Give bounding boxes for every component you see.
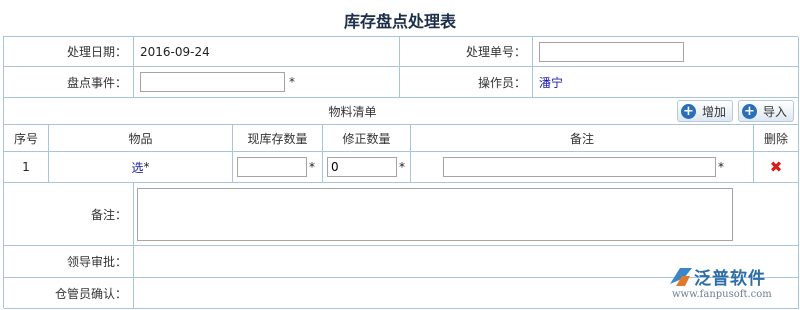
row-item-cell: 选 * bbox=[49, 152, 233, 183]
column-header-current-qty: 现库存数量 bbox=[233, 125, 323, 152]
select-item-link[interactable]: 选 bbox=[131, 159, 143, 176]
row-index: 1 bbox=[4, 152, 49, 183]
required-mark: * bbox=[143, 160, 150, 174]
operator-value: 潘宁 bbox=[533, 67, 799, 98]
plus-icon: + bbox=[742, 103, 757, 119]
column-header-index: 序号 bbox=[4, 125, 49, 152]
corrected-qty-input[interactable] bbox=[327, 157, 397, 177]
column-header-corrected-qty: 修正数量 bbox=[323, 125, 411, 152]
materials-section-title: 物料清单 bbox=[328, 104, 377, 119]
order-number-cell bbox=[533, 37, 799, 67]
operator-name: 潘宁 bbox=[539, 75, 564, 90]
date-value: 2016-09-24 bbox=[134, 37, 400, 67]
event-input[interactable] bbox=[140, 72, 285, 92]
operator-label: 操作员： bbox=[400, 67, 533, 98]
approval-label: 领导审批： bbox=[4, 246, 134, 278]
remark-label: 备注： bbox=[4, 183, 134, 246]
materials-section-header: 物料清单 + 增加 + 导入 bbox=[4, 98, 799, 125]
required-mark: * bbox=[309, 160, 315, 174]
brand-icon bbox=[670, 267, 692, 286]
required-mark: * bbox=[718, 160, 724, 174]
order-number-label: 处理单号： bbox=[400, 37, 533, 67]
brand-logo: 泛普软件 www.fanpusoft.com bbox=[668, 264, 796, 304]
event-cell: * bbox=[134, 67, 400, 98]
remark-textarea[interactable] bbox=[137, 187, 733, 241]
order-number-input[interactable] bbox=[539, 41, 684, 62]
row-remark-input[interactable] bbox=[443, 157, 716, 177]
brand-name: 泛普软件 bbox=[694, 269, 766, 289]
row-delete-cell: ✖ bbox=[754, 152, 799, 183]
import-button[interactable]: + 导入 bbox=[738, 100, 795, 122]
current-qty-input[interactable] bbox=[237, 157, 307, 177]
add-button[interactable]: + 增加 bbox=[677, 100, 734, 122]
column-header-delete: 删除 bbox=[754, 125, 799, 152]
delete-icon[interactable]: ✖ bbox=[770, 158, 783, 176]
required-mark: * bbox=[399, 160, 405, 174]
page-title: 库存盘点处理表 bbox=[343, 12, 456, 31]
event-label: 盘点事件： bbox=[4, 67, 134, 98]
remark-cell bbox=[134, 183, 799, 246]
row-corrected-qty-cell: * bbox=[323, 152, 411, 183]
keeper-confirm-label: 仓管员确认： bbox=[4, 278, 134, 309]
add-button-label: 增加 bbox=[702, 104, 727, 119]
row-remark-cell: * bbox=[411, 152, 754, 183]
brand-url: www.fanpusoft.com bbox=[672, 289, 772, 300]
required-mark: * bbox=[289, 75, 295, 89]
row-current-qty-cell: * bbox=[233, 152, 323, 183]
date-label: 处理日期： bbox=[4, 37, 134, 67]
plus-icon: + bbox=[681, 103, 696, 119]
column-header-remark: 备注 bbox=[411, 125, 754, 152]
import-button-label: 导入 bbox=[763, 104, 788, 119]
column-header-item: 物品 bbox=[49, 125, 233, 152]
